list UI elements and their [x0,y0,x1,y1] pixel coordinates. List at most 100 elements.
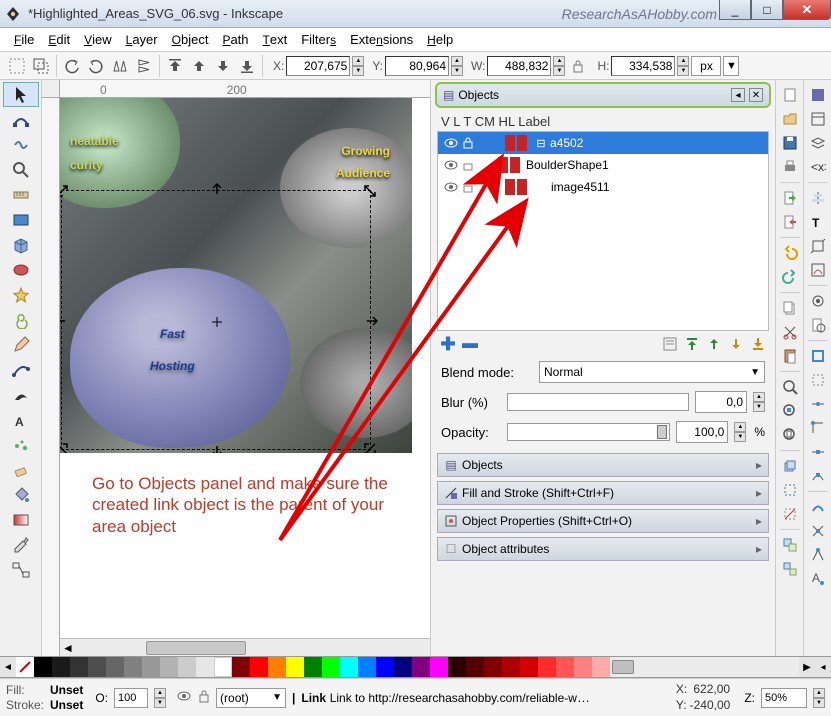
rect-tool-icon[interactable] [3,207,39,232]
copy-icon[interactable] [779,297,801,319]
color-palette[interactable]: ◄ ▶ ◂ [0,656,831,678]
color-mark[interactable] [505,135,515,151]
w-input[interactable]: 488,832 [487,56,551,76]
menu-view[interactable]: View [78,30,118,49]
panel-objects-collapsed[interactable]: ▤Objects▸ [437,453,769,477]
minimize-panel-icon[interactable]: ◂ [731,88,745,102]
unit-select[interactable]: px [691,56,721,76]
color-swatch[interactable] [286,657,304,677]
connector-tool-icon[interactable] [3,557,39,582]
measure-tool-icon[interactable] [3,182,39,207]
lower-icon[interactable] [212,55,234,77]
resize-handle-icon[interactable] [60,442,69,453]
lock-aspect-icon[interactable] [567,55,589,77]
collapse-icon[interactable]: ⊟ [535,137,547,150]
resize-handle-icon[interactable] [210,182,224,196]
zoom-draw-icon[interactable] [779,400,801,422]
color-swatch[interactable] [304,657,322,677]
snap-bbox-icon[interactable] [807,369,829,391]
color-swatch[interactable] [178,657,196,677]
clone-icon[interactable] [779,479,801,501]
opacity-slider[interactable] [507,423,670,441]
redo-icon[interactable] [779,266,801,288]
highlight-mark[interactable] [517,179,527,195]
add-object-button[interactable]: ✚ [439,335,457,353]
minimize-button[interactable]: _ [719,0,751,20]
fill-value[interactable]: Unset [50,683,83,697]
move-up-button[interactable] [705,335,723,353]
color-swatch[interactable] [70,657,88,677]
resize-handle-icon[interactable] [60,314,67,328]
lower-bottom-icon[interactable] [236,55,258,77]
transform-dialog-icon[interactable] [807,235,829,257]
color-swatch[interactable] [466,657,484,677]
color-swatch[interactable] [394,657,412,677]
resize-handle-icon[interactable] [363,184,377,198]
snap-intersect-icon[interactable] [807,520,829,542]
menu-filters[interactable]: Filters [295,30,342,49]
undo-icon[interactable] [779,242,801,264]
palette-right-icon[interactable]: ▶ [799,657,815,677]
h-spinner[interactable]: ▲▼ [677,56,689,76]
object-row-bouldershape1[interactable]: BoulderShape1 [438,154,768,176]
close-button[interactable]: ✕ [783,0,831,20]
menu-edit[interactable]: Edit [42,30,76,49]
move-bottom-button[interactable] [749,335,767,353]
lock-icon[interactable] [463,181,475,193]
unit-dropdown-icon[interactable]: ▼ [723,56,739,76]
opacity-shortcut-spinner[interactable]: ▲▼ [154,688,166,708]
highlight-mark[interactable] [510,157,520,173]
panel-object-attributes-collapsed[interactable]: ☐Object attributes▸ [437,537,769,561]
3dbox-tool-icon[interactable] [3,232,39,257]
panel-object-properties-collapsed[interactable]: Object Properties (Shift+Ctrl+O)▸ [437,509,769,533]
fill-dialog-icon[interactable] [807,84,829,106]
canvas-area[interactable]: 0200 neatablecurity GrowingAudience Fast… [42,80,430,656]
menu-path[interactable]: Path [216,30,254,49]
ruler-origin-icon[interactable] [42,80,60,98]
print-icon[interactable] [779,156,801,178]
ungroup-icon[interactable] [779,558,801,580]
select-same-icon[interactable] [30,55,52,77]
selector-tool-icon[interactable] [3,82,39,107]
color-swatch[interactable] [520,657,538,677]
move-top-button[interactable] [683,335,701,353]
color-swatch[interactable] [412,657,430,677]
trace-dialog-icon[interactable] [807,259,829,281]
opacity-shortcut-input[interactable]: 100 [114,688,148,708]
w-spinner[interactable]: ▲▼ [553,56,565,76]
group-icon[interactable] [779,534,801,556]
zoom-page-icon[interactable] [779,424,801,446]
color-swatch[interactable] [250,657,268,677]
menu-extensions[interactable]: Extensions [344,30,419,49]
h-input[interactable]: 334,538 [611,56,675,76]
doc-prefs-icon[interactable] [807,314,829,336]
bucket-tool-icon[interactable] [3,482,39,507]
object-row-image4511[interactable]: image4511 [438,176,768,198]
layer-select[interactable]: (root)▼ [216,688,286,708]
color-swatch[interactable] [448,657,466,677]
lock-icon[interactable] [463,137,475,149]
raise-icon[interactable] [188,55,210,77]
resize-handle-icon[interactable] [210,444,224,453]
color-swatch[interactable] [196,657,214,677]
color-swatch[interactable] [142,657,160,677]
cut-icon[interactable] [779,321,801,343]
palette-scrollbar[interactable] [610,657,799,677]
xml-editor-icon[interactable]: <x> [807,156,829,178]
color-swatch[interactable] [484,657,502,677]
duplicate-icon[interactable] [779,455,801,477]
star-tool-icon[interactable] [3,282,39,307]
spiral-tool-icon[interactable] [3,307,39,332]
zoom-tool-icon[interactable] [3,157,39,182]
menu-text[interactable]: Text [257,30,294,49]
export-icon[interactable] [779,211,801,233]
maximize-button[interactable]: □ [751,0,783,20]
flip-h-icon[interactable] [109,55,131,77]
flip-v-icon[interactable] [133,55,155,77]
highlight-mark[interactable] [517,135,527,151]
rotate-ccw-icon[interactable] [61,55,83,77]
resize-handle-icon[interactable] [365,314,379,328]
zoom-fit-icon[interactable] [779,376,801,398]
opacity-spinner[interactable]: ▲▼ [734,422,746,442]
color-mark[interactable] [498,157,508,173]
